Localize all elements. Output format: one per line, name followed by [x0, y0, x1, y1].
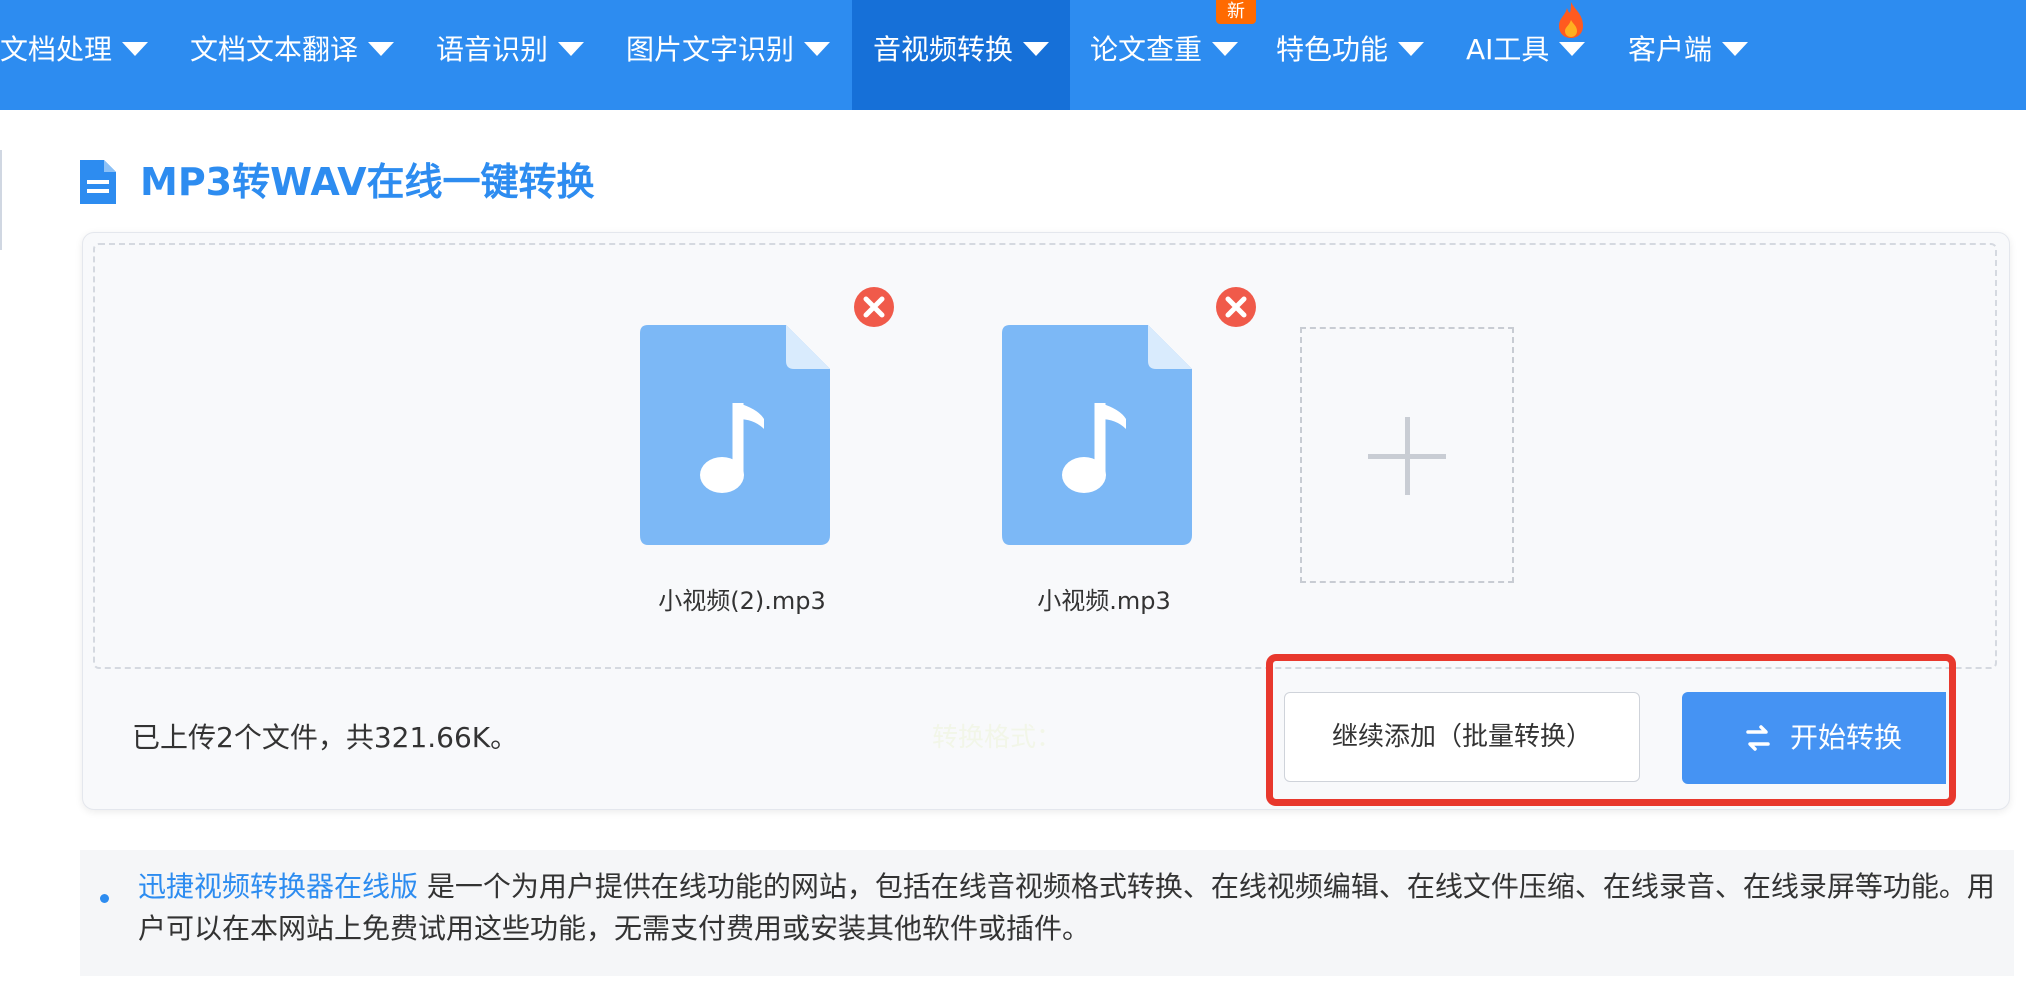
page-title: MP3转WAV在线一键转换	[140, 160, 595, 204]
caret-down-icon	[1722, 42, 1749, 56]
nav-item-label: 图片文字识别	[626, 33, 795, 66]
nav-item-label: 特色功能	[1276, 33, 1389, 66]
remove-file-icon[interactable]	[853, 286, 895, 328]
document-icon	[80, 160, 116, 204]
nav-item-label: 文档文本翻译	[190, 33, 359, 66]
nav-item-label: 语音识别	[436, 33, 549, 66]
nav-item-label: AI工具	[1466, 33, 1550, 66]
file-item: 小视频.mp3	[984, 233, 1194, 615]
left-divider	[0, 150, 2, 250]
audio-file-icon	[640, 325, 830, 545]
top-nav: 文档处理 文档文本翻译 语音识别 图片文字识别 音视频转换 论文查重 新 特色功…	[0, 0, 2026, 110]
caret-down-icon	[122, 42, 149, 56]
nav-item-doc-translation[interactable]: 文档文本翻译	[190, 0, 395, 110]
bullet-dot	[100, 894, 109, 903]
caret-down-icon	[1023, 42, 1049, 56]
add-file-tile[interactable]	[1300, 327, 1514, 583]
file-name: 小视频(2).mp3	[658, 587, 826, 615]
file-item: 小视频(2).mp3	[622, 233, 832, 615]
swap-icon	[1746, 725, 1770, 751]
nav-item-client[interactable]: 客户端	[1628, 0, 1749, 110]
nav-item-featured[interactable]: 特色功能	[1276, 0, 1425, 110]
remove-file-icon[interactable]	[1215, 286, 1257, 328]
start-convert-label: 开始转换	[1790, 721, 1903, 754]
product-link[interactable]: 迅捷视频转换器在线版	[138, 870, 418, 903]
file-name: 小视频.mp3	[1037, 587, 1171, 615]
continue-add-button[interactable]: 继续添加（批量转换）	[1284, 692, 1640, 782]
caret-down-icon	[1398, 42, 1425, 56]
caret-down-icon	[1212, 42, 1239, 56]
caret-down-icon	[368, 42, 395, 56]
caret-down-icon	[558, 42, 585, 56]
nav-item-speech-recognition[interactable]: 语音识别	[436, 0, 585, 110]
upload-status: 已上传2个文件，共321.66K。	[132, 721, 519, 754]
nav-item-label: 文档处理	[0, 33, 113, 66]
audio-file-icon	[1002, 325, 1192, 545]
nav-item-label: 客户端	[1628, 33, 1713, 66]
nav-item-doc-processing[interactable]: 文档处理	[0, 0, 149, 110]
start-convert-button[interactable]: 开始转换	[1682, 692, 1946, 784]
caret-down-icon	[1559, 42, 1586, 56]
format-label: 转换格式：	[932, 723, 1063, 753]
caret-down-icon	[804, 42, 831, 56]
fire-icon	[1559, 2, 1583, 38]
nav-item-image-ocr[interactable]: 图片文字识别	[626, 0, 831, 110]
nav-item-label: 论文查重	[1090, 33, 1203, 66]
new-badge: 新	[1216, 0, 1256, 24]
description-text: 迅捷视频转换器在线版 是一个为用户提供在线功能的网站，包括在线音视频格式转换、在…	[138, 866, 1998, 950]
nav-item-av-conversion[interactable]: 音视频转换	[852, 0, 1070, 110]
nav-item-label: 音视频转换	[872, 33, 1013, 66]
description-box: 迅捷视频转换器在线版 是一个为用户提供在线功能的网站，包括在线音视频格式转换、在…	[80, 850, 2014, 976]
